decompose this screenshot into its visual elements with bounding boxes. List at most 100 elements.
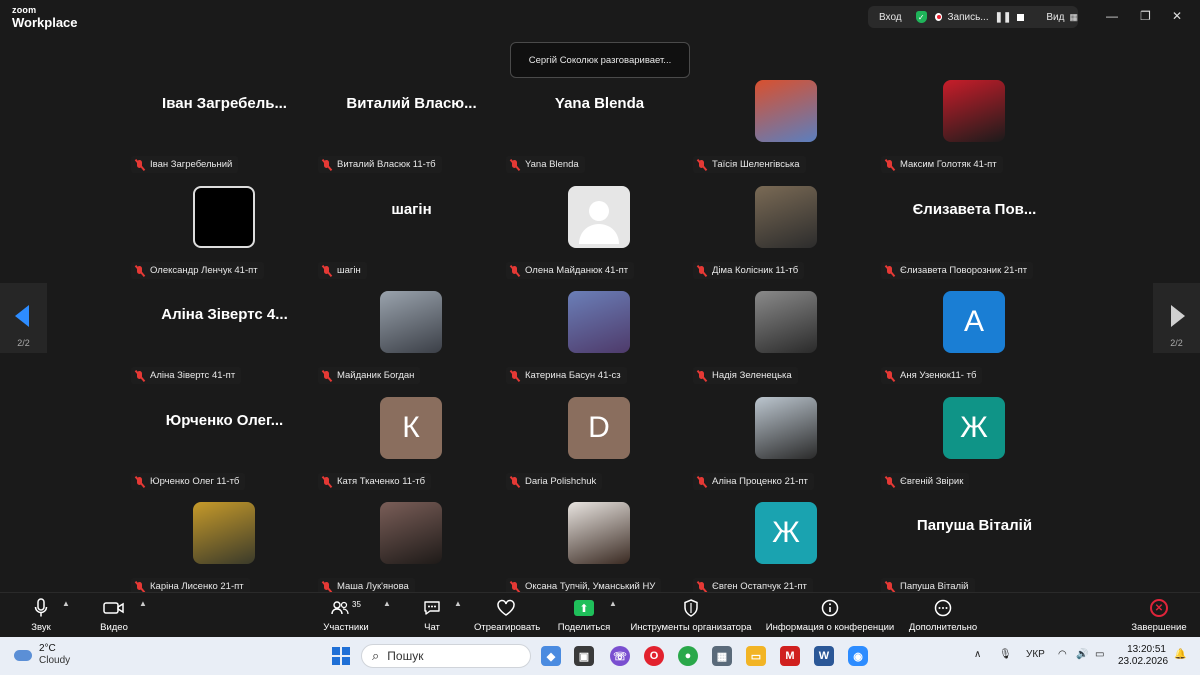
participant-name: Yana Blenda xyxy=(525,159,579,170)
calculator-icon[interactable]: ▦ xyxy=(712,646,732,666)
antivirus-icon[interactable]: M xyxy=(780,646,800,666)
participant-tile[interactable]: Олександр Ленчук 41-пт xyxy=(131,178,318,283)
participant-photo xyxy=(380,291,442,353)
weather-widget[interactable]: 2°C Cloudy xyxy=(14,643,70,667)
taskbar-search[interactable]: ⌕ Пошук xyxy=(361,644,531,668)
enter-button[interactable]: Вход xyxy=(879,12,902,23)
tray-microphone-icon[interactable]: 🎙 xyxy=(999,649,1012,660)
wifi-icon[interactable]: ◠ xyxy=(1058,649,1067,660)
participant-tile[interactable]: шагін шагін xyxy=(318,178,505,283)
muted-mic-icon xyxy=(509,370,521,382)
search-placeholder: Пошук xyxy=(387,649,424,663)
participant-tile[interactable]: Каріна Лисенко 21-пт xyxy=(131,494,318,599)
participant-name: Надія Зеленецька xyxy=(712,370,792,381)
microphone-icon xyxy=(26,597,56,619)
close-icon[interactable]: ✕ xyxy=(1172,9,1182,23)
windows-start-icon[interactable] xyxy=(331,646,351,666)
security-shield-icon[interactable]: ✓ xyxy=(915,11,927,23)
participant-name-label: Надія Зеленецька xyxy=(693,367,798,384)
participant-tile[interactable]: К Катя Ткаченко 11-тб xyxy=(318,389,505,494)
muted-mic-icon xyxy=(321,581,333,593)
participant-tile[interactable]: Папуша Віталій Папуша Віталій xyxy=(881,494,1068,599)
react-button[interactable]: Отреагировать xyxy=(474,597,540,633)
participant-name: Євгеній Звірик xyxy=(900,476,964,487)
participant-tile[interactable]: Іван Загребель... Іван Загребельний xyxy=(131,72,318,177)
participants-options-chevron-icon[interactable]: ▲ xyxy=(383,599,391,608)
participant-name: Катя Ткаченко 11-тб xyxy=(337,476,426,487)
minimize-icon[interactable]: — xyxy=(1106,9,1118,23)
default-user-avatar-icon xyxy=(568,186,630,248)
pause-recording-icon[interactable]: ❚❚ xyxy=(995,12,1012,23)
participant-tile[interactable]: Таїсія Шеленгівська xyxy=(693,72,880,177)
participant-name: Євген Остапчук 21-пт xyxy=(712,581,807,592)
participant-tile[interactable]: Маша Лук'янова xyxy=(318,494,505,599)
zoom-taskbar-icon[interactable]: ◉ xyxy=(848,646,868,666)
tray-overflow-chevron-icon[interactable]: ∧ xyxy=(974,649,981,660)
participant-name: Олена Майданюк 41-пт xyxy=(525,265,629,276)
participant-tile[interactable]: Ж Євгеній Звірик xyxy=(881,389,1068,494)
title-bar: zoom Workplace Вход ✓ Запись... ❚❚ Вид ▦ … xyxy=(0,0,1200,34)
participants-button[interactable]: 35 Участники xyxy=(320,597,372,634)
participant-tile[interactable]: Майданик Богдан xyxy=(318,283,505,388)
participant-tile[interactable]: Ж Євген Остапчук 21-пт xyxy=(693,494,880,599)
participant-name: Оксана Тупчій, Уманський НУ xyxy=(525,581,656,592)
participants-count: 35 xyxy=(352,599,361,609)
share-options-chevron-icon[interactable]: ▲ xyxy=(609,599,617,608)
stop-recording-icon[interactable] xyxy=(1017,13,1025,21)
participant-tile[interactable]: Діма Колісник 11-тб xyxy=(693,178,880,283)
muted-mic-icon xyxy=(884,370,896,382)
widgets-app-icon[interactable]: ◆ xyxy=(541,646,561,666)
system-clock[interactable]: 13:20:51 23.02.2026 xyxy=(1118,644,1168,668)
audio-button[interactable]: Звук xyxy=(26,597,56,633)
participant-tile[interactable]: Надія Зеленецька xyxy=(693,283,880,388)
muted-mic-icon xyxy=(134,581,146,593)
participant-tile[interactable]: Аліна Проценко 21-пт xyxy=(693,389,880,494)
video-options-chevron-icon[interactable]: ▲ xyxy=(139,599,147,608)
participant-tile[interactable]: Виталий Власю... Виталий Власюк 11-тб xyxy=(318,72,505,177)
participant-display-name: Папуша Віталій xyxy=(916,517,1033,534)
participant-tile[interactable]: Катерина Басун 41-сз xyxy=(506,283,693,388)
arrow-right-icon xyxy=(1171,305,1185,327)
audio-options-chevron-icon[interactable]: ▲ xyxy=(62,599,70,608)
participant-tile[interactable]: Yana Blenda Yana Blenda xyxy=(506,72,693,177)
file-explorer-icon[interactable]: ▭ xyxy=(746,646,766,666)
next-page-button[interactable]: 2/2 xyxy=(1153,283,1200,353)
participant-tile[interactable]: Олена Майданюк 41-пт xyxy=(506,178,693,283)
participant-tile[interactable]: Максим Голотяк 41-пт xyxy=(881,72,1068,177)
participant-tile[interactable]: А Аня Узенюк11- тб xyxy=(881,283,1068,388)
notifications-bell-icon[interactable]: 🔔 xyxy=(1174,649,1186,660)
viber-icon[interactable]: ☏ xyxy=(610,646,630,666)
participant-photo xyxy=(755,397,817,459)
task-view-icon[interactable]: ▣ xyxy=(574,646,594,666)
chrome-icon[interactable]: ● xyxy=(678,646,698,666)
word-icon[interactable]: W xyxy=(814,646,834,666)
participant-tile[interactable]: Юрченко Олег... Юрченко Олег 11-тб xyxy=(131,389,318,494)
restore-icon[interactable]: ❐ xyxy=(1140,9,1151,23)
participant-name: Аліна Зівертс 41-пт xyxy=(150,370,236,381)
participant-tile[interactable]: Оксана Тупчій, Уманський НУ xyxy=(506,494,693,599)
battery-icon[interactable]: ▭ xyxy=(1095,649,1104,660)
end-meeting-button[interactable]: ✕ Завершение xyxy=(1131,597,1187,633)
meeting-info-button[interactable]: Информация о конференции xyxy=(764,597,896,633)
participant-name-label: Максим Голотяк 41-пт xyxy=(881,156,1003,173)
view-button[interactable]: Вид ▦ xyxy=(1046,12,1078,23)
chat-options-chevron-icon[interactable]: ▲ xyxy=(454,599,462,608)
chat-button[interactable]: Чат xyxy=(420,597,444,633)
participant-tile[interactable]: Аліна Зівертс 4... Аліна Зівертс 41-пт xyxy=(131,283,318,388)
volume-icon[interactable]: 🔊 xyxy=(1076,649,1088,660)
participant-photo xyxy=(755,80,817,142)
participant-tile[interactable]: D Daria Polishchuk xyxy=(506,389,693,494)
participant-name: Каріна Лисенко 21-пт xyxy=(150,581,244,592)
host-tools-button[interactable]: Инструменты организатора xyxy=(629,597,753,633)
language-indicator[interactable]: УКР xyxy=(1026,649,1045,660)
search-icon: ⌕ xyxy=(372,648,380,663)
share-button[interactable]: ⬆ Поделиться xyxy=(557,597,611,633)
muted-mic-icon xyxy=(509,476,521,488)
more-button[interactable]: Дополнительно xyxy=(907,597,979,633)
participant-photo xyxy=(568,291,630,353)
participant-name-label: Виталий Власюк 11-тб xyxy=(318,156,442,173)
opera-icon[interactable]: O xyxy=(644,646,664,666)
video-button[interactable]: Видео xyxy=(97,597,131,633)
participant-tile[interactable]: Єлизавета Пов... Єлизавета Поворозник 21-… xyxy=(881,178,1068,283)
prev-page-button[interactable]: 2/2 xyxy=(0,283,47,353)
